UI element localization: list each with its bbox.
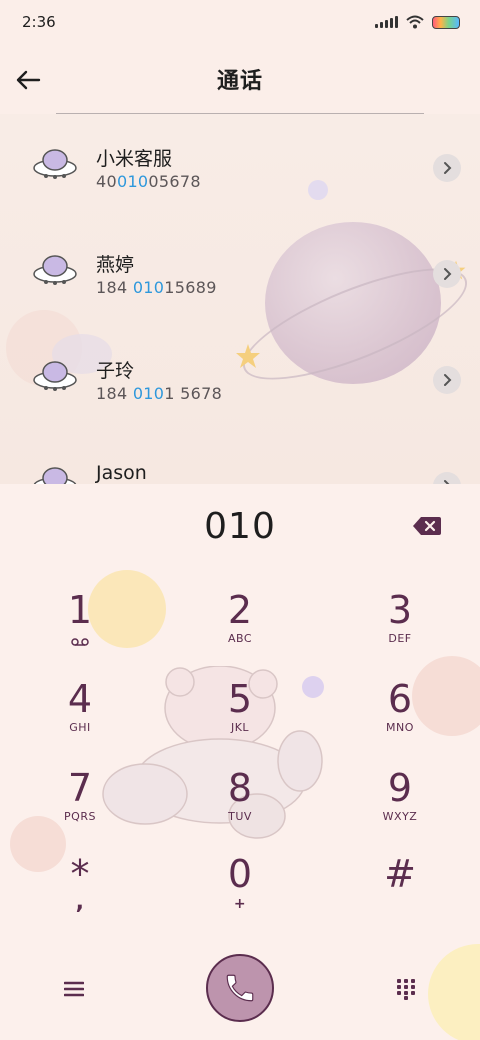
list-item[interactable]: 燕婷 184 01015689 [0,220,480,326]
contact-number: 4001005678 [96,172,201,191]
avatar [33,149,77,179]
dialer-panel: 010 1 2 ABC 3 DEF 4 GHI 5 JKL 6 MNO 7 PQ… [0,484,480,1040]
key-8[interactable]: 8 TUV [180,766,300,846]
contact-name: 子玲 [96,360,135,382]
contact-detail-button[interactable] [433,366,461,394]
signal-icon [375,16,398,28]
dial-input[interactable]: 010 [0,506,480,547]
header: 通话 [0,44,480,114]
key-digit: # [384,852,416,896]
contact-detail-button[interactable] [433,472,461,484]
key-4[interactable]: 4 GHI [20,677,140,757]
key-letters: JKL [230,721,250,734]
menu-button[interactable] [56,971,92,1007]
back-arrow-icon [16,70,41,90]
key-letters: MNO [386,721,414,734]
key-3[interactable]: 3 DEF [340,588,460,668]
key-letters: + [233,896,247,912]
key-digit: 7 [67,766,93,810]
key-letters: PQRS [64,810,96,823]
avatar [33,361,77,391]
contact-detail-button[interactable] [433,154,461,182]
dialer-bottom-bar [0,949,480,1029]
key-letters: WXYZ [382,810,418,823]
contact-detail-button[interactable] [433,260,461,288]
status-bar: 2:36 [0,0,480,44]
key-hash[interactable]: # [340,852,460,932]
key-letters: GHI [69,721,91,734]
avatar [33,467,77,484]
key-digit: 3 [387,588,413,632]
phone-icon [226,974,254,1002]
chevron-right-icon [444,162,452,174]
list-item[interactable]: 小米客服 4001005678 [0,114,480,220]
key-digit: 6 [387,677,413,721]
keypad-toggle-button[interactable] [388,971,424,1007]
key-9[interactable]: 9 WXYZ [340,766,460,846]
voicemail-icon [71,638,89,646]
key-6[interactable]: 6 MNO [340,677,460,757]
key-letters: ABC [227,632,253,645]
status-icons [375,15,460,29]
contact-number: 184 01015689 [96,278,217,297]
key-1[interactable]: 1 [20,588,140,668]
contact-name: 燕婷 [96,254,135,276]
backspace-icon [413,517,441,535]
key-letters: DEF [388,632,412,645]
wifi-icon [406,15,424,29]
page-title: 通话 [216,69,263,94]
chevron-right-icon [444,374,452,386]
key-digit: 9 [387,766,413,810]
key-5[interactable]: 5 JKL [180,677,300,757]
key-letters: TUV [228,810,252,823]
key-2[interactable]: 2 ABC [180,588,300,668]
contact-list[interactable]: 小米客服 4001005678 燕婷 184 01015689 子玲 184 0… [0,114,480,484]
contact-number: 184 0101 5678 [96,384,223,403]
key-0[interactable]: 0 + [180,852,300,932]
key-digit: 2 [227,588,253,632]
backspace-button[interactable] [410,514,444,538]
key-digit: 0 [227,852,253,896]
list-item[interactable]: Jason [0,432,480,484]
contact-name: Jason [96,462,147,484]
key-digit: 8 [227,766,253,810]
key-star[interactable]: * , [20,852,140,932]
key-letters: , [75,890,85,915]
key-digit: 4 [67,677,93,721]
list-item[interactable]: 子玲 184 0101 5678 [0,326,480,432]
call-button[interactable] [206,954,274,1022]
key-digit: 1 [67,588,93,632]
menu-icon [64,981,84,997]
status-time: 2:36 [22,13,56,31]
battery-icon [432,15,460,29]
keypad-icon [397,979,415,1000]
avatar [33,255,77,285]
key-digit: 5 [227,677,253,721]
key-7[interactable]: 7 PQRS [20,766,140,846]
chevron-right-icon [444,268,452,280]
back-button[interactable] [8,60,48,100]
contact-name: 小米客服 [96,148,173,170]
